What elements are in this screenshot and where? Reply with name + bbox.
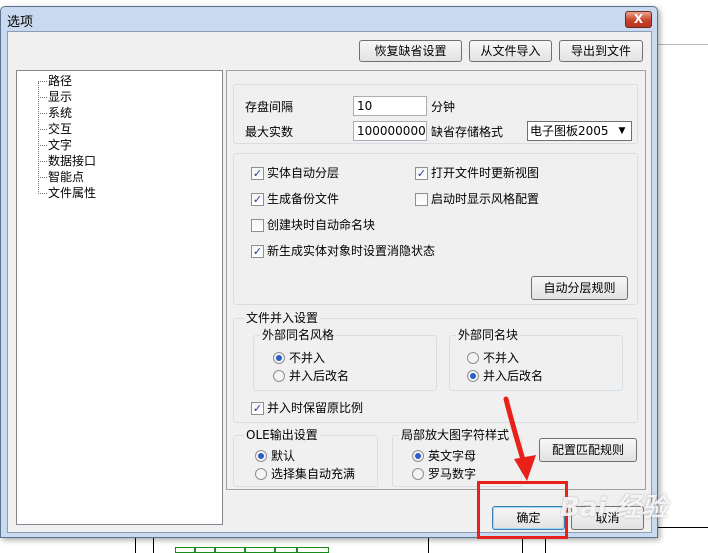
drawing-cell	[297, 547, 329, 553]
drawing-cell	[195, 547, 215, 553]
save-interval-unit: 分钟	[431, 100, 456, 114]
options-dialog: 选项 X 恢复缺省设置 从文件导入 导出到文件 路径 显示 系统 交互 文字 数…	[0, 6, 658, 538]
tree-item-label: 路径	[48, 74, 73, 88]
radio-label: 默认	[271, 449, 296, 463]
default-format-select[interactable]: 电子图板2005 ▼	[527, 121, 632, 141]
match-rules-button[interactable]: 配置匹配规则	[539, 438, 637, 462]
style-merge-group-title: 外部同名风格	[260, 328, 337, 342]
ole-output-group-title: OLE输出设置	[244, 428, 320, 442]
tree-item-label: 数据接口	[48, 154, 97, 168]
close-icon: X	[633, 12, 644, 26]
default-format-value: 电子图板2005	[530, 124, 609, 138]
radio-label: 不并入	[289, 351, 326, 365]
auto-layer-rules-button[interactable]: 自动分层规则	[531, 276, 628, 300]
dropdown-arrow-icon: ▼	[618, 126, 626, 136]
checkbox-label: 创建块时自动命名块	[267, 218, 376, 232]
close-button[interactable]: X	[625, 11, 652, 28]
checkbox-label: 并入时保留原比例	[267, 401, 364, 415]
checkmark-icon: ✓	[251, 402, 264, 415]
file-merge-group-title: 文件并入设置	[244, 311, 321, 325]
checkbox-label: 生成备份文件	[267, 192, 340, 206]
checkbox-label: 启动时显示风格配置	[431, 192, 540, 206]
drawing-cell	[275, 547, 297, 553]
checkmark-icon: ✓	[251, 193, 264, 206]
annotation-highlight-box	[477, 481, 568, 539]
category-tree: 路径 显示 系统 交互 文字 数据接口 智能点 文件属性	[16, 70, 223, 525]
checkbox-label: 打开文件时更新视图	[431, 166, 540, 180]
save-interval-input[interactable]: 10	[353, 96, 427, 116]
title-bar[interactable]: 选项 X	[1, 7, 657, 31]
tree-item-label: 交互	[48, 122, 73, 136]
tree-item-label: 系统	[48, 106, 73, 120]
save-interval-label: 存盘间隔	[245, 100, 294, 114]
checkbox-label: 实体自动分层	[267, 166, 340, 180]
radio-label: 并入后改名	[289, 369, 350, 383]
export-to-file-button[interactable]: 导出到文件	[559, 40, 643, 62]
tree-item-label: 智能点	[48, 170, 85, 184]
annotation-arrow-icon	[503, 396, 536, 481]
background-drawing-line	[658, 44, 708, 45]
radio-label: 罗马数字	[428, 467, 477, 481]
import-from-file-button[interactable]: 从文件导入	[469, 40, 552, 62]
checkmark-icon: ✓	[415, 167, 428, 180]
window-title: 选项	[7, 15, 34, 30]
drawing-cell	[245, 547, 275, 553]
default-format-label: 缺省存储格式	[431, 125, 504, 139]
tree-item-label: 文字	[48, 138, 73, 152]
tree-item-label: 显示	[48, 90, 73, 104]
drawing-cell	[215, 547, 245, 553]
checkmark-icon: ✓	[251, 245, 264, 258]
watermark: Bai 经验	[560, 493, 668, 523]
restore-defaults-button[interactable]: 恢复缺省设置	[359, 40, 462, 62]
radio-label: 选择集自动充满	[271, 467, 356, 481]
radio-label: 不并入	[483, 351, 520, 365]
max-entities-label: 最大实数	[245, 125, 294, 139]
block-merge-group-title: 外部同名块	[456, 328, 521, 342]
max-entities-input[interactable]: 100000000	[353, 121, 427, 141]
drawing-cell	[175, 547, 195, 553]
dialog-client-area: 恢复缺省设置 从文件导入 导出到文件 路径 显示 系统 交互 文字 数据接口 智…	[7, 31, 652, 533]
file-properties-panel: 存盘间隔 10 分钟 最大实数 100000000 缺省存储格式 电子图板200…	[226, 70, 646, 490]
radio-label: 并入后改名	[483, 369, 544, 383]
checkmark-icon: ✓	[251, 167, 264, 180]
radio-label: 英文字母	[428, 449, 477, 463]
tree-item-label: 文件属性	[48, 186, 97, 200]
checkbox-label: 新生成实体对象时设置消隐状态	[267, 244, 436, 258]
